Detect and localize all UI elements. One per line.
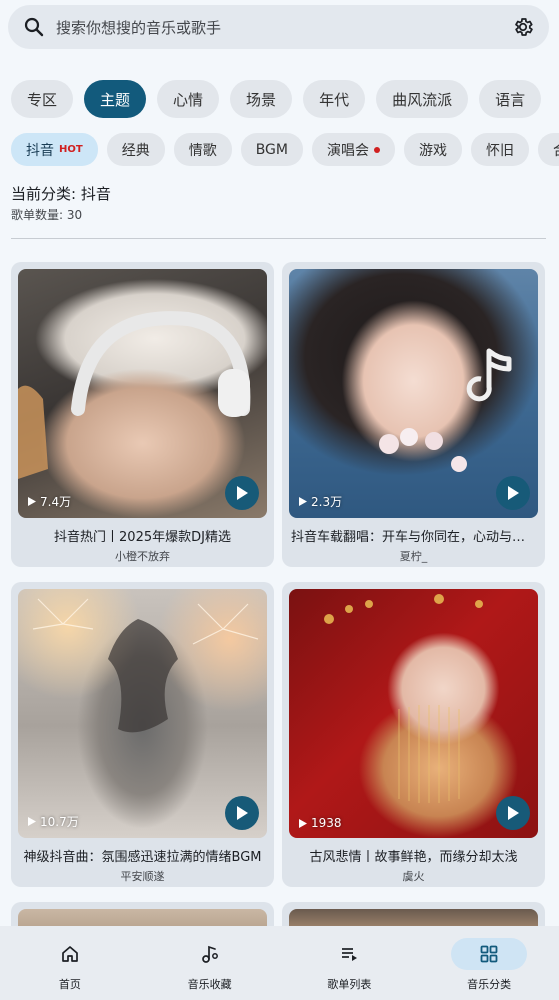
play-button[interactable] bbox=[496, 796, 530, 830]
play-count: 2.3万 bbox=[299, 493, 342, 510]
tab-genre[interactable]: 曲风流派 bbox=[376, 80, 469, 118]
subtab-games[interactable]: 游戏 bbox=[404, 133, 462, 166]
subtab-more[interactable]: 合 bbox=[538, 133, 559, 166]
playlist-title: 古风悲情丨故事鲜艳，而缘分却太浅 bbox=[309, 850, 518, 865]
search-input[interactable]: 搜索你想搜的音乐或歌手 bbox=[56, 17, 511, 38]
playlist-title: 神级抖音曲：氛围感迅速拉满的情绪BGM bbox=[23, 850, 262, 865]
playlist-author: 平安顺遂 bbox=[120, 870, 165, 883]
nav-home[interactable]: 首页 bbox=[0, 926, 140, 1000]
play-button[interactable] bbox=[496, 476, 530, 510]
small-play-icon bbox=[299, 818, 307, 828]
playlist-card[interactable]: 10.7万 神级抖音曲：氛围感迅速拉满的情绪BGM 平安顺遂 bbox=[11, 582, 274, 887]
play-icon bbox=[508, 806, 519, 820]
tab-scene[interactable]: 场景 bbox=[230, 80, 293, 118]
playlist-cover-image[interactable]: 7.4万 bbox=[18, 269, 267, 518]
playlist-card[interactable]: 1938 古风悲情丨故事鲜艳，而缘分却太浅 虞火 bbox=[282, 582, 545, 887]
nav-categories[interactable]: 音乐分类 bbox=[419, 926, 559, 1000]
playlist-card[interactable]: 7.4万 抖音热门丨2025年爆款DJ精选 小橙不放弃 bbox=[11, 262, 274, 567]
small-play-icon bbox=[299, 497, 307, 506]
playlist-title: 抖音车载翻唱：开车与你同在，心动与你相伴 bbox=[291, 530, 538, 545]
search-bar[interactable]: 搜索你想搜的音乐或歌手 bbox=[8, 5, 549, 49]
tab-language[interactable]: 语言 bbox=[479, 80, 542, 118]
gear-icon[interactable] bbox=[511, 15, 535, 39]
subtab-nostalgia[interactable]: 怀旧 bbox=[471, 133, 529, 166]
playlist-author: 小橙不放弃 bbox=[115, 550, 170, 563]
small-play-icon bbox=[28, 497, 36, 506]
subtab-bgm[interactable]: BGM bbox=[240, 133, 303, 166]
play-button[interactable] bbox=[225, 476, 259, 510]
nav-playlists[interactable]: 歌单列表 bbox=[280, 926, 420, 1000]
sub-category-tabs: 抖音 HOT 经典 情歌 BGM 演唱会 游戏 怀旧 合 bbox=[11, 133, 559, 166]
new-dot-indicator bbox=[374, 146, 380, 153]
bottom-navigation: 首页 音乐收藏 歌单列表 音乐分类 bbox=[0, 926, 559, 1000]
tab-mood[interactable]: 心情 bbox=[157, 80, 220, 118]
tab-era[interactable]: 年代 bbox=[303, 80, 366, 118]
divider bbox=[11, 238, 546, 239]
current-category-title: 当前分类: 抖音 bbox=[11, 185, 111, 203]
play-icon bbox=[508, 486, 519, 500]
playlist-count: 歌单数量: 30 bbox=[11, 208, 83, 222]
playlist-author: 虞火 bbox=[402, 870, 425, 883]
search-icon[interactable] bbox=[22, 15, 46, 39]
tab-theme[interactable]: 主题 bbox=[84, 80, 147, 118]
home-icon bbox=[32, 938, 108, 970]
play-count: 10.7万 bbox=[28, 813, 79, 830]
small-play-icon bbox=[28, 817, 36, 826]
playlist-author: 夏柠_ bbox=[399, 550, 428, 563]
playlist-icon bbox=[311, 938, 387, 970]
subtab-love-songs[interactable]: 情歌 bbox=[173, 133, 232, 166]
subtab-classic[interactable]: 经典 bbox=[106, 133, 165, 166]
playlist-cover-image[interactable]: 2.3万 bbox=[289, 269, 538, 518]
subtab-concert[interactable]: 演唱会 bbox=[312, 133, 395, 166]
music-note-icon bbox=[172, 938, 248, 970]
hot-badge: HOT bbox=[59, 144, 83, 155]
play-count: 1938 bbox=[299, 816, 342, 830]
primary-category-tabs: 专区 主题 心情 场景 年代 曲风流派 语言 bbox=[11, 80, 542, 118]
playlist-cover-image[interactable]: 10.7万 bbox=[18, 589, 267, 838]
play-icon bbox=[237, 806, 248, 820]
nav-favorites[interactable]: 音乐收藏 bbox=[140, 926, 280, 1000]
playlist-cover-image[interactable]: 1938 bbox=[289, 589, 538, 838]
play-count: 7.4万 bbox=[28, 493, 71, 510]
play-icon bbox=[237, 486, 248, 500]
tab-zone[interactable]: 专区 bbox=[11, 80, 74, 118]
playlist-card[interactable]: 2.3万 抖音车载翻唱：开车与你同在，心动与你相伴 夏柠_ bbox=[282, 262, 545, 567]
playlist-title: 抖音热门丨2025年爆款DJ精选 bbox=[54, 530, 231, 545]
subtab-douyin[interactable]: 抖音 HOT bbox=[11, 133, 98, 166]
play-button[interactable] bbox=[225, 796, 259, 830]
grid-icon bbox=[451, 938, 528, 970]
